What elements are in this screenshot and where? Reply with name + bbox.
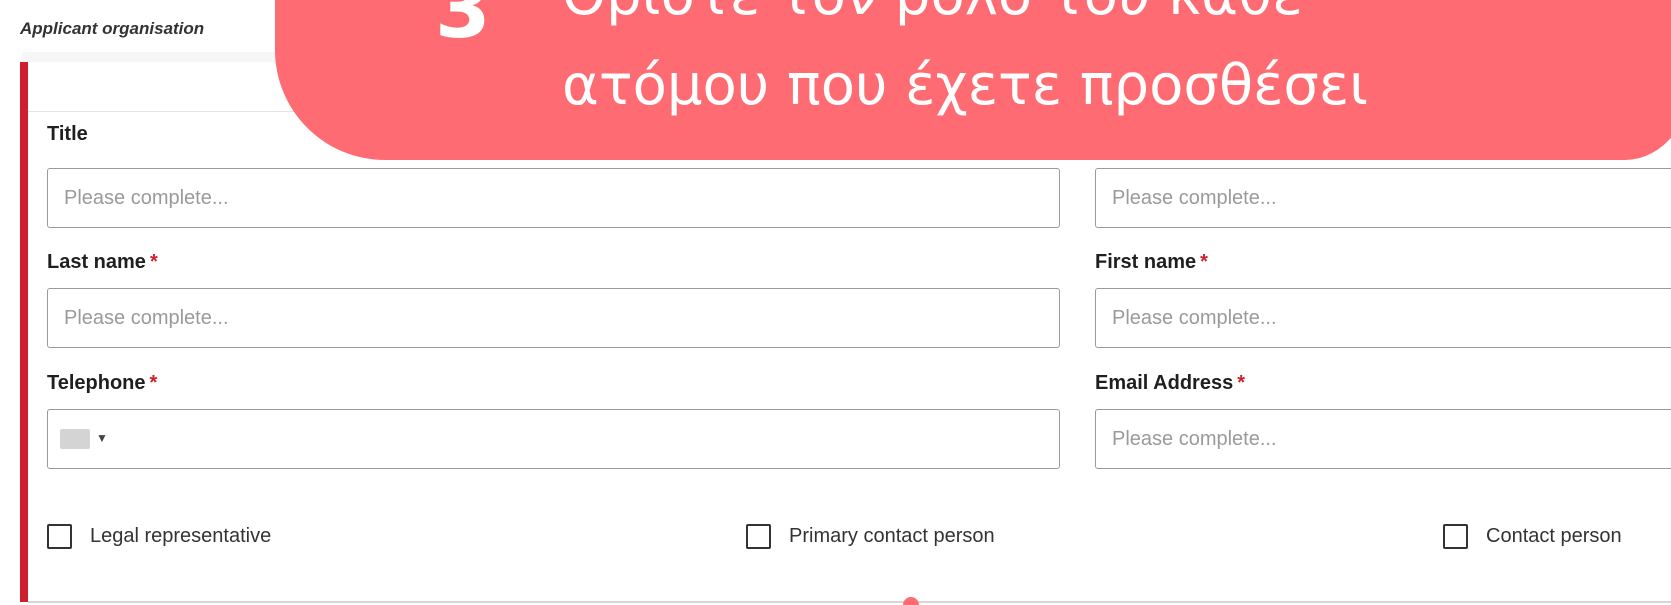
required-marker: * (149, 251, 158, 273)
telephone-label: Telephone * (47, 372, 157, 395)
card-bottom-divider (28, 601, 1671, 603)
email-input[interactable] (1095, 409, 1671, 469)
required-marker: * (1200, 251, 1208, 273)
section-title: Applicant organisation (20, 19, 205, 38)
telephone-input[interactable] (118, 418, 1049, 462)
legal-representative-label: Legal representative (90, 525, 272, 547)
title-input[interactable] (47, 168, 1060, 228)
country-flag-icon[interactable] (60, 429, 90, 449)
first-name-label-text: First name (1095, 251, 1197, 273)
required-marker: * (1237, 372, 1245, 394)
last-name-label: Last name * (47, 251, 158, 274)
title-label: Title (47, 123, 88, 145)
contact-person-checkbox[interactable] (1443, 524, 1468, 549)
legal-representative-option[interactable]: Legal representative (47, 524, 271, 549)
primary-contact-option[interactable]: Primary contact person (746, 524, 995, 549)
right-top-input[interactable] (1095, 168, 1671, 228)
email-label: Email Address * (1095, 372, 1245, 395)
email-label-text: Email Address (1095, 372, 1234, 394)
legal-representative-checkbox[interactable] (47, 524, 72, 549)
last-name-label-text: Last name (47, 251, 146, 273)
primary-contact-checkbox[interactable] (746, 524, 771, 549)
telephone-field: ▼ (47, 409, 1060, 469)
required-marker: * (149, 372, 158, 394)
contact-person-option[interactable]: Contact person (1443, 524, 1622, 549)
primary-contact-label: Primary contact person (789, 525, 995, 547)
contact-person-label: Contact person (1486, 525, 1622, 547)
first-name-label: First name * (1095, 251, 1208, 274)
telephone-label-text: Telephone (47, 372, 146, 394)
instruction-text-line-1: Ορίστε τον ρόλο του κάθε (562, 0, 1303, 24)
first-name-input[interactable] (1095, 288, 1671, 348)
last-name-input[interactable] (47, 288, 1060, 348)
caret-down-icon[interactable]: ▼ (96, 431, 108, 445)
instruction-text-line-2: ατόμου που έχετε προσθέσει (562, 53, 1369, 118)
card-accent-bar (20, 62, 28, 602)
step-number: 3 (435, 0, 491, 56)
